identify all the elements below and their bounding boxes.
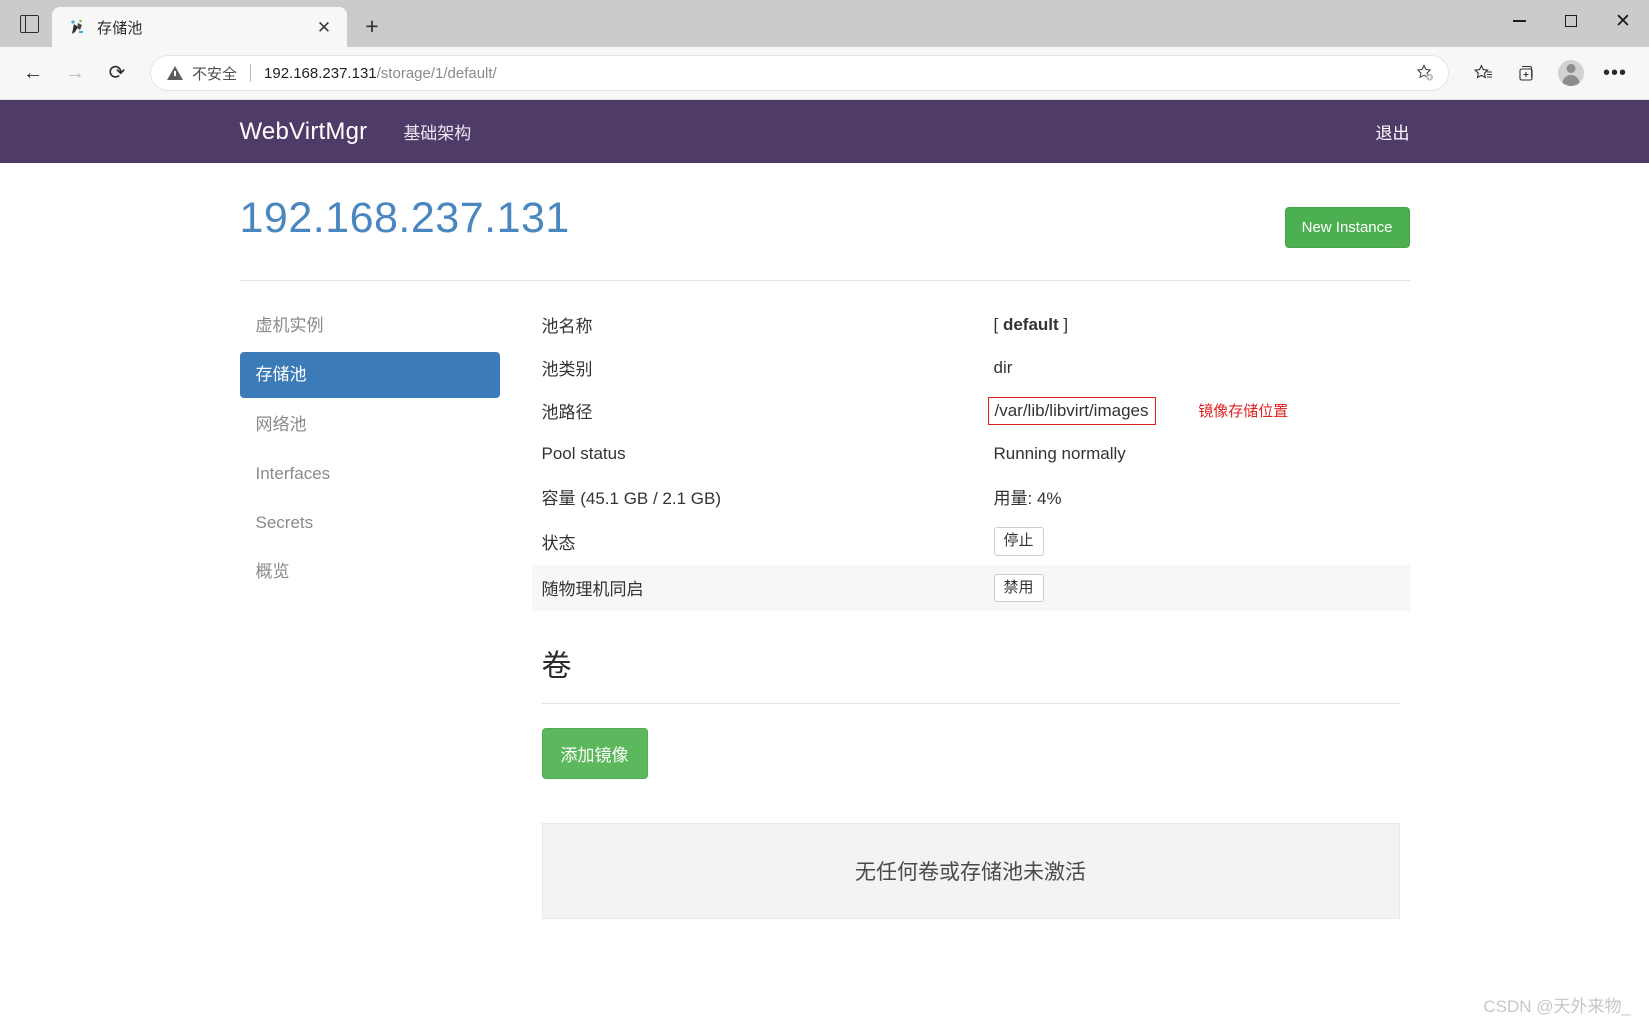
- arrow-left-icon[interactable]: ←: [14, 54, 52, 92]
- pool-path-annotation: 镜像存储位置: [1198, 403, 1288, 420]
- row-value-state: 停止: [984, 518, 1410, 565]
- pool-path-highlight: /var/lib/libvirt/images: [988, 397, 1156, 425]
- disable-autostart-button[interactable]: 禁用: [994, 574, 1044, 603]
- collections-icon[interactable]: [1507, 54, 1547, 92]
- row-value-pool-type: dir: [984, 346, 1410, 389]
- window-controls: ✕: [1493, 0, 1649, 47]
- new-instance-button[interactable]: New Instance: [1285, 207, 1410, 248]
- favorites-star-icon[interactable]: [1463, 54, 1503, 92]
- volumes-divider: [542, 703, 1400, 704]
- page-viewport: WebVirtMgr 基础架构 退出 192.168.237.131 New I…: [0, 100, 1649, 1025]
- nav-item-infrastructure[interactable]: 基础架构: [403, 119, 471, 144]
- page-header: 192.168.237.131 New Instance: [240, 195, 1410, 248]
- sidebar-item-interfaces[interactable]: Interfaces: [240, 451, 500, 496]
- row-value-autostart: 禁用: [984, 565, 1410, 612]
- table-row: 池路径 /var/lib/libvirt/images 镜像存储位置: [532, 389, 1410, 432]
- browser-tab[interactable]: 存储池 ✕: [52, 7, 347, 47]
- pool-name-suffix: ]: [1059, 315, 1068, 334]
- volumes-empty-panel: 无任何卷或存储池未激活: [542, 823, 1400, 919]
- url-path: /storage/1/default/: [377, 65, 497, 82]
- app-navbar: WebVirtMgr 基础架构 退出: [0, 100, 1649, 163]
- browser-window: 存储池 ✕ + ✕ ← → ⟳ 不安全 192.168.237.131/stor…: [0, 0, 1649, 1025]
- row-label-pool-name: 池名称: [532, 303, 984, 346]
- more-dots-icon[interactable]: •••: [1595, 54, 1635, 92]
- plus-icon[interactable]: +: [353, 7, 391, 45]
- warning-triangle-icon: [167, 66, 183, 80]
- arrow-right-icon[interactable]: →: [56, 54, 94, 92]
- row-value-pool-status: Running normally: [984, 432, 1410, 475]
- sidebar-item-storage[interactable]: 存储池: [240, 352, 500, 397]
- tab-sidebar-icon[interactable]: [6, 0, 52, 47]
- table-row: 容量 (45.1 GB / 2.1 GB) 用量: 4%: [532, 475, 1410, 518]
- row-value-pool-name: [ default ]: [984, 303, 1410, 346]
- address-bar[interactable]: 不安全 192.168.237.131/storage/1/default/: [150, 55, 1449, 91]
- row-label-state: 状态: [532, 518, 984, 565]
- table-row: 池类别 dir: [532, 346, 1410, 389]
- table-row: 池名称 [ default ]: [532, 303, 1410, 346]
- table-row: Pool status Running normally: [532, 432, 1410, 475]
- row-label-capacity: 容量 (45.1 GB / 2.1 GB): [532, 475, 984, 518]
- table-row: 状态 停止: [532, 518, 1410, 565]
- watermark: CSDN @天外来物_: [1483, 992, 1631, 1017]
- minimize-icon[interactable]: [1493, 0, 1545, 42]
- logout-link[interactable]: 退出: [1376, 119, 1410, 144]
- row-value-pool-path: /var/lib/libvirt/images 镜像存储位置: [984, 389, 1410, 432]
- close-icon[interactable]: ✕: [311, 14, 337, 40]
- table-row: 随物理机同启 禁用: [532, 565, 1410, 612]
- stop-pool-button[interactable]: 停止: [994, 527, 1044, 556]
- brand-logo[interactable]: WebVirtMgr: [240, 118, 368, 146]
- sidebar: 虚机实例 存储池 网络池 Interfaces Secrets 概览: [240, 303, 520, 919]
- security-label: 不安全: [192, 63, 237, 84]
- content-row: 虚机实例 存储池 网络池 Interfaces Secrets 概览 池名称 […: [240, 281, 1410, 919]
- tab-strip: 存储池 ✕ +: [0, 0, 391, 47]
- volumes-empty-message: 无任何卷或存储池未激活: [855, 856, 1086, 886]
- browser-toolbar: ← → ⟳ 不安全 192.168.237.131/storage/1/defa…: [0, 47, 1649, 100]
- omnibox-separator: [250, 64, 251, 82]
- row-label-autostart: 随物理机同启: [532, 565, 984, 612]
- profile-avatar-icon[interactable]: [1551, 54, 1591, 92]
- webvirtmgr-favicon: [68, 18, 87, 37]
- address-bar-text: 192.168.237.131/storage/1/default/: [264, 65, 497, 82]
- window-close-icon[interactable]: ✕: [1597, 0, 1649, 42]
- browser-titlebar: 存储池 ✕ + ✕: [0, 0, 1649, 47]
- sidebar-item-instances[interactable]: 虚机实例: [240, 303, 500, 348]
- main-content: 池名称 [ default ] 池类别 dir 池路径 /var/lib/lib…: [520, 303, 1410, 919]
- navbar-right: 退出: [1376, 100, 1410, 163]
- pool-name-prefix: [: [994, 315, 1003, 334]
- reload-icon[interactable]: ⟳: [98, 54, 136, 92]
- tab-title: 存储池: [97, 17, 301, 38]
- row-label-pool-path: 池路径: [532, 389, 984, 432]
- sidebar-item-network[interactable]: 网络池: [240, 402, 500, 447]
- url-host: 192.168.237.131: [264, 65, 377, 82]
- pool-name-value: default: [1003, 315, 1059, 334]
- sidebar-item-overview[interactable]: 概览: [240, 549, 500, 594]
- row-label-pool-status: Pool status: [532, 432, 984, 475]
- sidebar-item-secrets[interactable]: Secrets: [240, 500, 500, 545]
- pool-info-table: 池名称 [ default ] 池类别 dir 池路径 /var/lib/lib…: [532, 303, 1410, 611]
- volumes-heading: 卷: [542, 641, 1410, 685]
- maximize-icon[interactable]: [1545, 0, 1597, 42]
- row-label-pool-type: 池类别: [532, 346, 984, 389]
- star-plus-icon[interactable]: [1410, 58, 1440, 88]
- row-value-usage: 用量: 4%: [984, 475, 1410, 518]
- page-title: 192.168.237.131: [240, 195, 570, 242]
- add-image-button[interactable]: 添加镜像: [542, 728, 648, 779]
- page-container: 192.168.237.131 New Instance 虚机实例 存储池 网络…: [240, 163, 1410, 919]
